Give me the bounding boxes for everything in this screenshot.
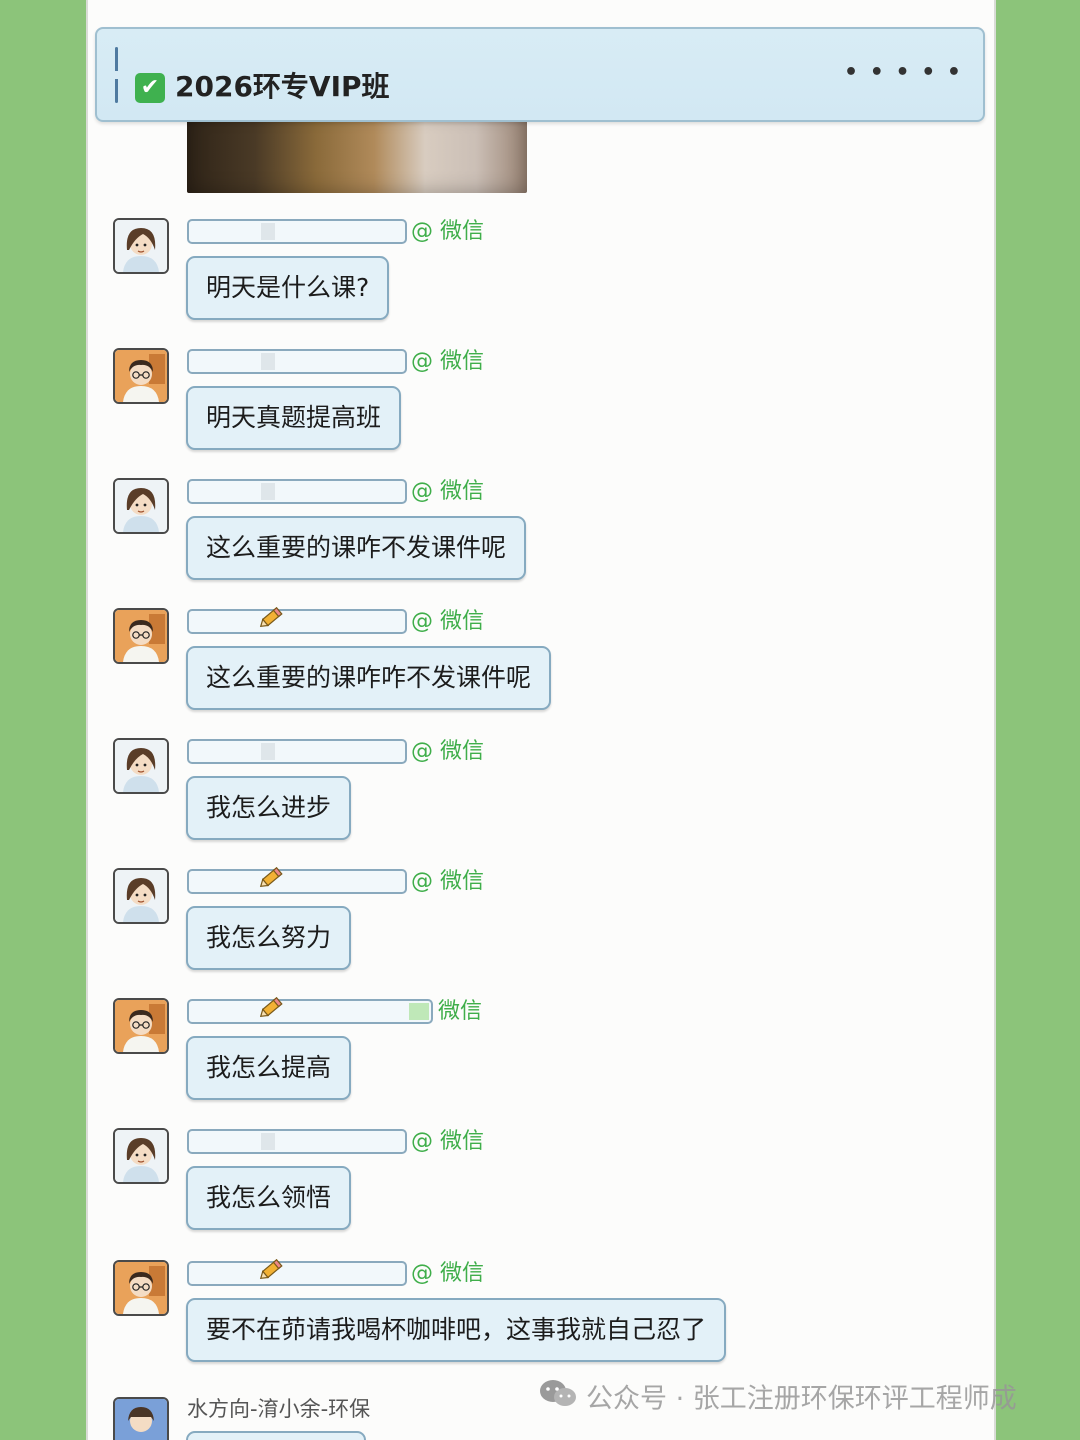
message-row: @ 微信这么重要的课咋咋不发课件呢 xyxy=(0,606,1080,738)
man-glasses-avatar-icon[interactable] xyxy=(113,998,169,1054)
mention-tag[interactable]: @ 微信 xyxy=(411,868,484,896)
message-row: @ 微信要不在茆请我喝杯咖啡吧，这事我就自己忍了 xyxy=(0,1258,1080,1390)
sender-name-redacted xyxy=(187,479,407,504)
woman-avatar-icon[interactable] xyxy=(113,1128,169,1184)
sender-name-redacted xyxy=(187,1129,407,1154)
watermark-text: 公众号 · 张工注册环保环评工程师成 xyxy=(586,1383,1017,1415)
man-glasses-avatar-icon[interactable] xyxy=(113,348,169,404)
mention-tag[interactable]: @ 微信 xyxy=(411,738,484,766)
woman-avatar-icon[interactable] xyxy=(113,478,169,534)
sender-name-redacted xyxy=(187,739,407,764)
redaction-block xyxy=(261,743,275,760)
message-bubble[interactable]: 要不在茆请我喝杯咖啡吧，这事我就自己忍了 xyxy=(186,1298,727,1362)
redaction-block xyxy=(261,483,275,500)
group-title: 2026环专VIP班 xyxy=(175,70,390,103)
message-row: @ 微信 明天真题提高班 xyxy=(0,348,1080,478)
message-row: @ 微信我怎么领悟 xyxy=(0,1128,1080,1258)
watermark: 公众号 · 张工注册环保环评工程师成 xyxy=(538,1378,1017,1418)
group-header: ✔ 2026环专VIP班 • • • • • xyxy=(95,27,985,122)
mention-tag[interactable]: @ 微信 xyxy=(411,348,484,376)
message-bubble[interactable]: 明天真题提高班 xyxy=(186,386,402,450)
mention-tag[interactable]: @ 微信 xyxy=(411,1128,484,1156)
sender-name-redacted xyxy=(187,866,407,894)
message-bubble[interactable]: 我怎么领悟 xyxy=(186,1166,352,1230)
sender-name-redacted xyxy=(187,1258,407,1286)
woman-avatar-icon[interactable] xyxy=(113,868,169,924)
message-row: 微信我怎么提高 xyxy=(0,996,1080,1128)
sender-name-redacted xyxy=(187,996,433,1024)
pencil-icon xyxy=(259,862,287,890)
message-bubble[interactable]: 这么重要的课咋不发课件呢 xyxy=(186,516,527,580)
message-row: @ 微信这么重要的课咋不发课件呢 xyxy=(0,478,1080,608)
message-bubble[interactable]: 这么重要的课咋咋不发课件呢 xyxy=(186,646,552,710)
mention-tag[interactable]: @ 微信 xyxy=(411,608,484,636)
sender-name-redacted xyxy=(187,349,407,374)
pencil-icon xyxy=(259,1254,287,1282)
mention-tag[interactable]: @ 微信 xyxy=(411,478,484,506)
message-row: @ 微信我怎么进步 xyxy=(0,738,1080,868)
woman-avatar-icon[interactable] xyxy=(113,218,169,274)
message-bubble[interactable] xyxy=(186,1431,366,1440)
redaction-block xyxy=(261,223,275,240)
redaction-block xyxy=(261,1133,275,1150)
more-options-button[interactable]: • • • • • xyxy=(844,61,963,85)
mention-tag[interactable]: @ 微信 xyxy=(411,1260,484,1288)
woman-avatar-icon[interactable] xyxy=(113,738,169,794)
redaction-block xyxy=(261,353,275,370)
man-glasses-avatar-icon[interactable] xyxy=(113,608,169,664)
shared-photo[interactable] xyxy=(187,112,527,193)
pencil-icon xyxy=(259,602,287,630)
check-icon: ✔ xyxy=(135,73,165,103)
woman-avatar-icon[interactable] xyxy=(113,1397,169,1440)
message-bubble[interactable]: 我怎么进步 xyxy=(186,776,352,840)
message-bubble[interactable]: 我怎么努力 xyxy=(186,906,352,970)
message-row: @ 微信我怎么努力 xyxy=(0,866,1080,998)
man-glasses-avatar-icon[interactable] xyxy=(113,1260,169,1316)
sender-name: 水方向-淯小余-环保 xyxy=(187,1397,371,1421)
wechat-icon xyxy=(538,1378,578,1422)
redaction-block xyxy=(409,1003,429,1020)
sender-name-redacted xyxy=(187,606,407,634)
message-bubble[interactable]: 我怎么提高 xyxy=(186,1036,352,1100)
pencil-icon xyxy=(259,992,287,1020)
message-bubble[interactable]: 明天是什么课? xyxy=(186,256,390,320)
sender-name-redacted xyxy=(187,219,407,244)
message-row: @ 微信 明天是什么课? xyxy=(0,218,1080,348)
mention-tag[interactable]: @ 微信 xyxy=(411,218,484,246)
mention-tag[interactable]: 微信 xyxy=(438,998,482,1026)
